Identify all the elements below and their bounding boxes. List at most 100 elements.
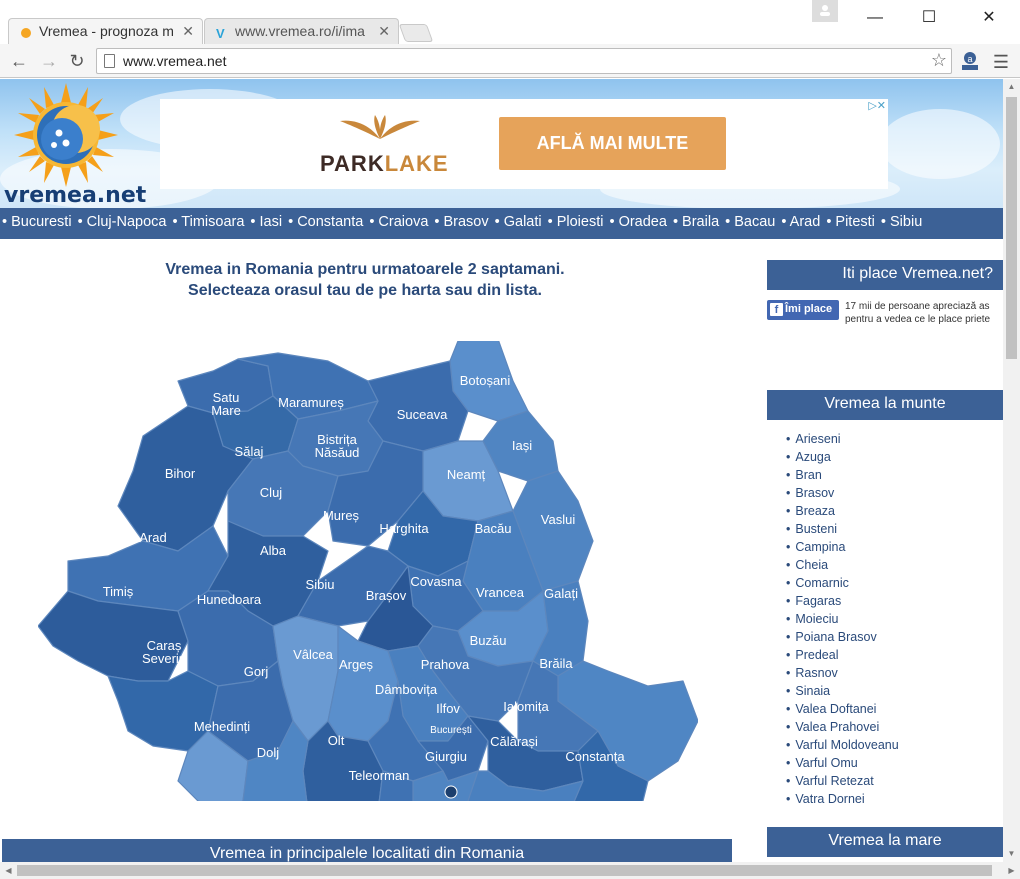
horizontal-scrollbar[interactable]: ◀ ▶ <box>0 862 1020 879</box>
map-county-label[interactable]: Hunedoara <box>197 593 261 606</box>
map-county-label[interactable]: Dâmbovița <box>375 683 437 696</box>
map-county-label[interactable]: Giurgiu <box>425 750 467 763</box>
city-nav-link[interactable]: • Galati <box>495 214 542 230</box>
site-logo-text[interactable]: vremea.net <box>4 183 146 208</box>
mountain-link[interactable]: Valea Doftanei <box>786 700 899 718</box>
scroll-right-icon[interactable]: ▶ <box>1003 862 1020 879</box>
map-county-label[interactable]: Tulcea <box>622 649 661 662</box>
extension-icon[interactable]: a <box>960 50 980 72</box>
bookmark-star-icon[interactable]: ☆ <box>931 50 947 71</box>
city-nav-link[interactable]: • Timisoara <box>172 214 244 230</box>
map-county-label[interactable]: Constanța <box>565 750 624 763</box>
map-county-label[interactable]: Dolj <box>257 746 279 759</box>
map-county-label[interactable]: Prahova <box>421 658 469 671</box>
city-nav-link[interactable]: • Cluj-Napoca <box>78 214 167 230</box>
mountain-link[interactable]: Varful Omu <box>786 754 899 772</box>
mountain-link[interactable]: Campina <box>786 538 899 556</box>
map-county-label[interactable]: Gorj <box>244 665 269 678</box>
map-county-label[interactable]: Brașov <box>366 589 406 602</box>
map-county-label[interactable]: Vâlcea <box>293 648 333 661</box>
fb-like-button[interactable]: f Îmi place <box>767 300 839 320</box>
tab-close-icon[interactable]: ✕ <box>378 23 390 40</box>
tab-vremea[interactable]: Vremea - prognoza m ✕ <box>8 18 203 44</box>
scroll-up-icon[interactable]: ▲ <box>1003 79 1020 95</box>
profile-icon[interactable] <box>812 0 838 22</box>
mountain-link[interactable]: Fagaras <box>786 592 899 610</box>
map-county-label[interactable]: Caraș Severin <box>142 639 186 665</box>
bucuresti-marker-icon[interactable] <box>444 785 458 799</box>
scrollbar-thumb[interactable] <box>17 865 992 876</box>
city-nav-link[interactable]: • Iasi <box>250 214 282 230</box>
sun-moon-logo-icon[interactable] <box>14 83 118 187</box>
map-county-label[interactable]: Arad <box>139 531 166 544</box>
new-tab-button[interactable] <box>398 24 434 42</box>
map-county-label[interactable]: Iași <box>512 439 532 452</box>
map-county-label[interactable]: Timiș <box>103 585 134 598</box>
map-county-label[interactable]: Alba <box>260 544 286 557</box>
map-county-label[interactable]: Bacău <box>475 522 512 535</box>
map-county-label[interactable]: Călărași <box>490 735 538 748</box>
reload-icon[interactable]: ↻ <box>66 50 88 72</box>
ad-cta-button[interactable]: AFLĂ MAI MULTE <box>499 117 726 170</box>
city-nav-link[interactable]: • Bucuresti <box>2 214 72 230</box>
mountain-link[interactable]: Cheia <box>786 556 899 574</box>
mountain-link[interactable]: Busteni <box>786 520 899 538</box>
mountain-link[interactable]: Arieseni <box>786 430 899 448</box>
map-county-label[interactable]: Vrancea <box>476 586 524 599</box>
map-county-label[interactable]: Bihor <box>165 467 195 480</box>
map-county-label[interactable]: Maramureș <box>278 396 344 409</box>
mountain-link[interactable]: Rasnov <box>786 664 899 682</box>
map-county-label[interactable]: Bistrița Năsăud <box>315 433 360 459</box>
map-county-label[interactable]: Botoșani <box>460 374 511 387</box>
scroll-left-icon[interactable]: ◀ <box>0 862 17 879</box>
mountain-link[interactable]: Comarnic <box>786 574 899 592</box>
minimize-icon[interactable]: — <box>852 4 898 32</box>
mountain-link[interactable]: Sinaia <box>786 682 899 700</box>
mountain-link[interactable]: Varful Retezat <box>786 772 899 790</box>
tab-vremea-ro[interactable]: V www.vremea.ro/i/ima ✕ <box>204 18 399 44</box>
map-county-label[interactable]: Brăila <box>539 657 572 670</box>
back-icon[interactable]: ← <box>8 50 30 72</box>
mountain-link[interactable]: Poiana Brasov <box>786 628 899 646</box>
close-window-icon[interactable]: ✕ <box>966 4 1012 32</box>
map-county-label[interactable]: Harghita <box>379 522 428 535</box>
city-nav-link[interactable]: • Braila <box>673 214 719 230</box>
city-nav-link[interactable]: • Sibiu <box>881 214 922 230</box>
mountain-link[interactable]: Varful Moldoveanu <box>786 736 898 754</box>
map-county-label[interactable]: Vaslui <box>541 513 575 526</box>
city-nav-link[interactable]: • Constanta <box>288 214 363 230</box>
tab-close-icon[interactable]: ✕ <box>182 23 194 40</box>
city-nav-link[interactable]: • Ploiesti <box>548 214 604 230</box>
scroll-down-icon[interactable]: ▼ <box>1003 846 1020 862</box>
map-county-label[interactable]: Olt <box>328 734 345 747</box>
map-county-label[interactable]: Cluj <box>260 486 282 499</box>
map-county-label[interactable]: Ilfov <box>436 702 460 715</box>
menu-icon[interactable]: ☰ <box>992 52 1010 73</box>
map-county-label[interactable]: Mureș <box>323 509 359 522</box>
map-county-label[interactable]: Satu Mare <box>211 391 241 417</box>
mountain-link[interactable]: Predeal <box>786 646 899 664</box>
city-nav-link[interactable]: • Arad <box>781 214 820 230</box>
mountain-link[interactable]: Breaza <box>786 502 899 520</box>
map-county-label[interactable]: Buzău <box>470 634 507 647</box>
scrollbar-thumb[interactable] <box>1006 97 1017 359</box>
ad-choices-icon[interactable]: ▷✕ <box>866 99 888 112</box>
map-county-label[interactable]: Ialomița <box>503 700 549 713</box>
city-nav-link[interactable]: • Oradea <box>609 214 666 230</box>
city-nav-link[interactable]: • Brasov <box>434 214 488 230</box>
map-county-label[interactable]: Covasna <box>410 575 461 588</box>
city-nav-link[interactable]: • Craiova <box>369 214 428 230</box>
map-county-label[interactable]: Argeș <box>339 658 373 671</box>
vertical-scrollbar[interactable]: ▲ ▼ <box>1003 79 1020 862</box>
mountain-link[interactable]: Valea Prahovei <box>786 718 899 736</box>
mountain-link[interactable]: Bran <box>786 466 899 484</box>
map-county-label[interactable]: Teleorman <box>349 769 410 782</box>
map-county-label[interactable]: Galați <box>544 587 578 600</box>
mountain-link[interactable]: Brasov <box>786 484 899 502</box>
forward-icon[interactable]: → <box>38 50 60 72</box>
maximize-icon[interactable]: ☐ <box>906 4 952 32</box>
map-county-label[interactable]: Suceava <box>397 408 448 421</box>
map-county-label[interactable]: Neamț <box>447 468 485 481</box>
city-nav-link[interactable]: • Bacau <box>725 214 775 230</box>
city-nav-link[interactable]: • Pitesti <box>826 214 875 230</box>
